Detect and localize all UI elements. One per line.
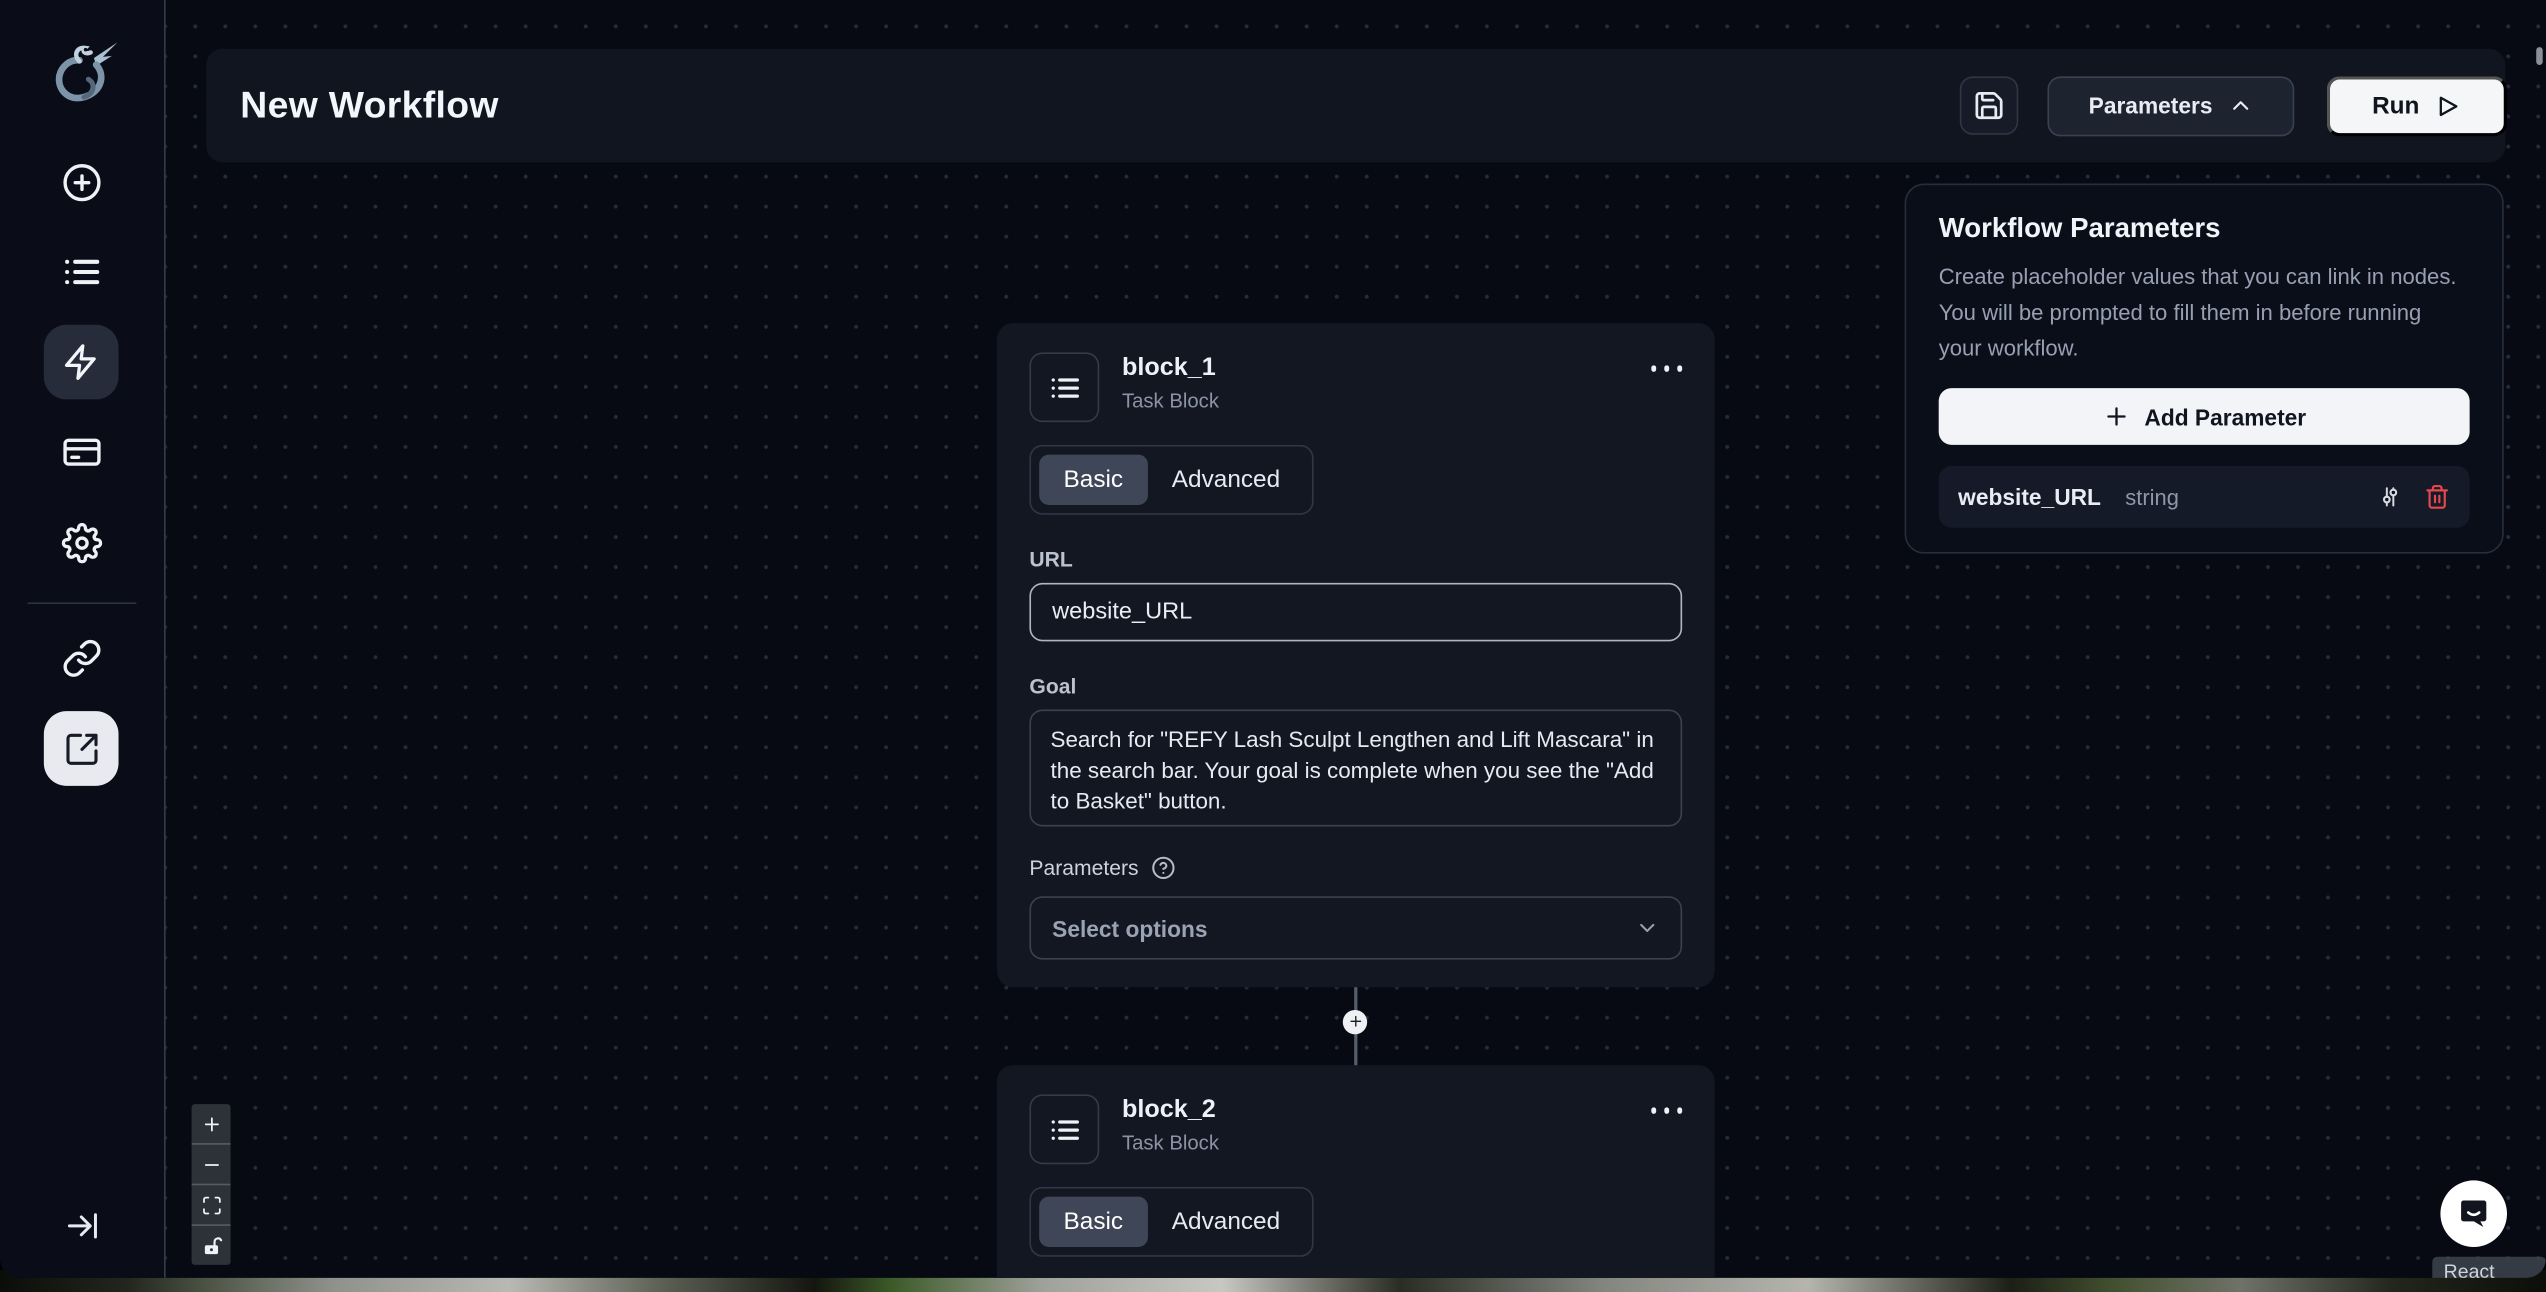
sidebar [0, 0, 166, 1278]
external-link-icon [63, 730, 100, 767]
chevron-down-icon [1635, 916, 1659, 940]
tab-advanced[interactable]: Advanced [1147, 1197, 1304, 1247]
workflow-header: New Workflow Parameters Run [206, 49, 2505, 163]
minus-icon [201, 1154, 222, 1175]
chat-widget-button[interactable] [2440, 1180, 2507, 1247]
credit-card-icon [62, 431, 103, 472]
block-menu-button[interactable] [1650, 352, 1682, 371]
parameters-select[interactable]: Select options [1029, 896, 1682, 959]
add-block-button[interactable] [1343, 1009, 1367, 1033]
panel-description: Create placeholder values that you can l… [1939, 260, 2470, 367]
zoom-in-button[interactable] [192, 1104, 231, 1145]
block-tabs: Basic Advanced [1029, 1187, 1314, 1257]
sliders-icon[interactable] [2377, 484, 2403, 510]
task-block-icon-box [1029, 352, 1099, 422]
parameter-row[interactable]: website_URL string [1939, 466, 2470, 528]
tab-advanced[interactable]: Advanced [1147, 455, 1304, 505]
add-parameter-label: Add Parameter [2144, 403, 2306, 429]
link-icon [62, 637, 103, 678]
parameters-toggle-button[interactable]: Parameters [2047, 76, 2294, 136]
chat-bubble-icon [2455, 1195, 2492, 1232]
block-type-label: Task Block [1122, 1132, 1219, 1155]
block-header: block_1 Task Block [1029, 352, 1682, 422]
lock-open-icon [201, 1235, 222, 1256]
block-type-label: Task Block [1122, 390, 1219, 413]
trash-icon[interactable] [2424, 484, 2450, 510]
app-root: New Workflow Parameters Run [0, 0, 2546, 1292]
plus-icon [1347, 1013, 1363, 1029]
sidebar-item-integrations[interactable] [0, 636, 164, 678]
parameter-actions [2377, 484, 2450, 510]
help-circle-icon[interactable] [1152, 856, 1176, 880]
parameters-button-label: Parameters [2089, 93, 2213, 119]
plus-icon [201, 1113, 222, 1134]
page-title: New Workflow [240, 84, 498, 128]
task-block-card-1[interactable]: block_1 Task Block Basic Advanced URL Go… [997, 323, 1715, 987]
sidebar-item-billing[interactable] [0, 430, 164, 472]
play-icon [2434, 92, 2462, 120]
canvas-zoom-controls [192, 1104, 231, 1265]
block-menu-button[interactable] [1650, 1094, 1682, 1113]
sidebar-item-create[interactable] [0, 161, 164, 203]
task-block-icon-box [1029, 1094, 1099, 1164]
parameter-type: string [2125, 485, 2179, 509]
list-icon [1048, 371, 1080, 403]
run-button[interactable]: Run [2327, 76, 2507, 136]
react-flow-attribution[interactable]: React Flow [2432, 1257, 2546, 1278]
tab-basic[interactable]: Basic [1039, 1197, 1147, 1247]
workflow-canvas[interactable]: New Workflow Parameters Run [166, 0, 2546, 1278]
task-block-card-2[interactable]: block_2 Task Block Basic Advanced [997, 1065, 1715, 1278]
skyvern-logo[interactable] [0, 21, 164, 122]
parameter-name: website_URL [1958, 484, 2101, 510]
arrow-right-to-line-icon [64, 1208, 100, 1244]
save-button[interactable] [1960, 76, 2018, 134]
lock-button[interactable] [192, 1226, 231, 1265]
block-titles: block_1 Task Block [1122, 352, 1219, 412]
select-placeholder: Select options [1052, 915, 1207, 941]
block-titles: block_2 Task Block [1122, 1094, 1219, 1154]
sidebar-divider [28, 602, 137, 604]
sidebar-item-workflows[interactable] [44, 325, 119, 400]
block-header: block_2 Task Block [1029, 1094, 1682, 1164]
block-title: block_2 [1122, 1096, 1219, 1125]
gear-icon [62, 522, 103, 563]
save-icon [1973, 89, 2005, 121]
plus-circle-icon [62, 162, 103, 203]
zoom-out-button[interactable] [192, 1145, 231, 1186]
fit-view-button[interactable] [192, 1185, 231, 1226]
sidebar-collapse-toggle[interactable] [0, 1208, 164, 1244]
zap-icon [62, 343, 101, 382]
list-icon [62, 251, 103, 292]
sidebar-item-tasks[interactable] [0, 250, 164, 292]
url-label: URL [1029, 547, 1682, 571]
sidebar-item-settings[interactable] [0, 521, 164, 563]
run-button-label: Run [2372, 92, 2419, 120]
plus-icon [2102, 403, 2130, 431]
goal-label: Goal [1029, 674, 1682, 698]
workflow-parameters-panel: Workflow Parameters Create placeholder v… [1905, 183, 2504, 553]
chevron-up-icon [2227, 93, 2253, 119]
panel-title: Workflow Parameters [1939, 213, 2470, 245]
list-icon [1048, 1113, 1080, 1145]
goal-textarea[interactable]: Search for "REFY Lash Sculpt Lengthen an… [1029, 710, 1682, 827]
add-parameter-button[interactable]: Add Parameter [1939, 388, 2470, 445]
parameters-field-label-row: Parameters [1029, 856, 1682, 880]
block-title: block_1 [1122, 354, 1219, 383]
tab-basic[interactable]: Basic [1039, 455, 1147, 505]
url-input[interactable] [1029, 583, 1682, 641]
app-window: New Workflow Parameters Run [0, 0, 2546, 1278]
scrollbar-thumb[interactable] [2536, 47, 2542, 65]
block-tabs: Basic Advanced [1029, 445, 1314, 515]
dragon-logo-icon [45, 36, 120, 107]
sidebar-item-open-external[interactable] [44, 711, 119, 786]
parameters-field-label: Parameters [1029, 856, 1138, 880]
fit-view-icon [201, 1194, 222, 1215]
